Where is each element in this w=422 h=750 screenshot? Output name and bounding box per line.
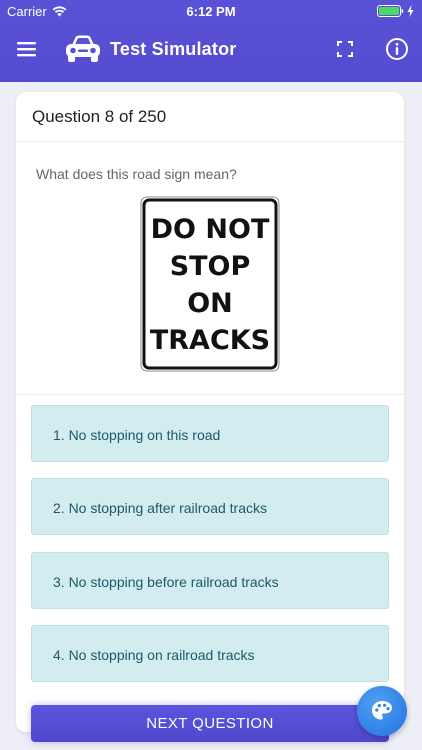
app-screen: Carrier 6:12 PM Test Simulator Question … (0, 0, 422, 750)
palette-icon (372, 701, 392, 720)
status-bar: Carrier 6:12 PM (0, 0, 422, 22)
hamburger-menu-icon[interactable] (12, 34, 42, 64)
answer-option-2[interactable]: 2. No stopping after railroad tracks (31, 478, 389, 535)
charging-bolt-icon (407, 5, 414, 17)
status-time: 6:12 PM (186, 4, 236, 19)
next-question-button[interactable]: NEXT QUESTION (31, 705, 389, 742)
nav-bar: Test Simulator (0, 22, 422, 78)
sign-line-4: TRACKS (150, 325, 270, 356)
info-icon[interactable] (381, 33, 413, 65)
car-icon (66, 35, 100, 62)
app-title: Test Simulator (110, 39, 237, 59)
app-header: Carrier 6:12 PM Test Simulator (0, 0, 422, 82)
card-divider (16, 394, 404, 395)
answer-option-3[interactable]: 3. No stopping before railroad tracks (31, 552, 389, 609)
question-counter: Question 8 of 250 (16, 92, 404, 142)
theme-palette-button[interactable] (357, 686, 407, 736)
battery-indicator (377, 5, 414, 17)
answer-option-1[interactable]: 1. No stopping on this road (31, 405, 389, 462)
road-sign-image: DO NOT STOP ON TRACKS (140, 196, 280, 372)
question-card: Question 8 of 250 What does this road si… (16, 92, 404, 732)
sign-line-1: DO NOT (151, 214, 270, 245)
question-prompt: What does this road sign mean? (36, 166, 237, 182)
fullscreen-icon[interactable] (330, 34, 360, 64)
answer-option-4[interactable]: 4. No stopping on railroad tracks (31, 625, 389, 682)
sign-line-2: STOP (170, 251, 251, 282)
sign-line-3: ON (187, 288, 233, 319)
battery-icon (377, 5, 404, 17)
